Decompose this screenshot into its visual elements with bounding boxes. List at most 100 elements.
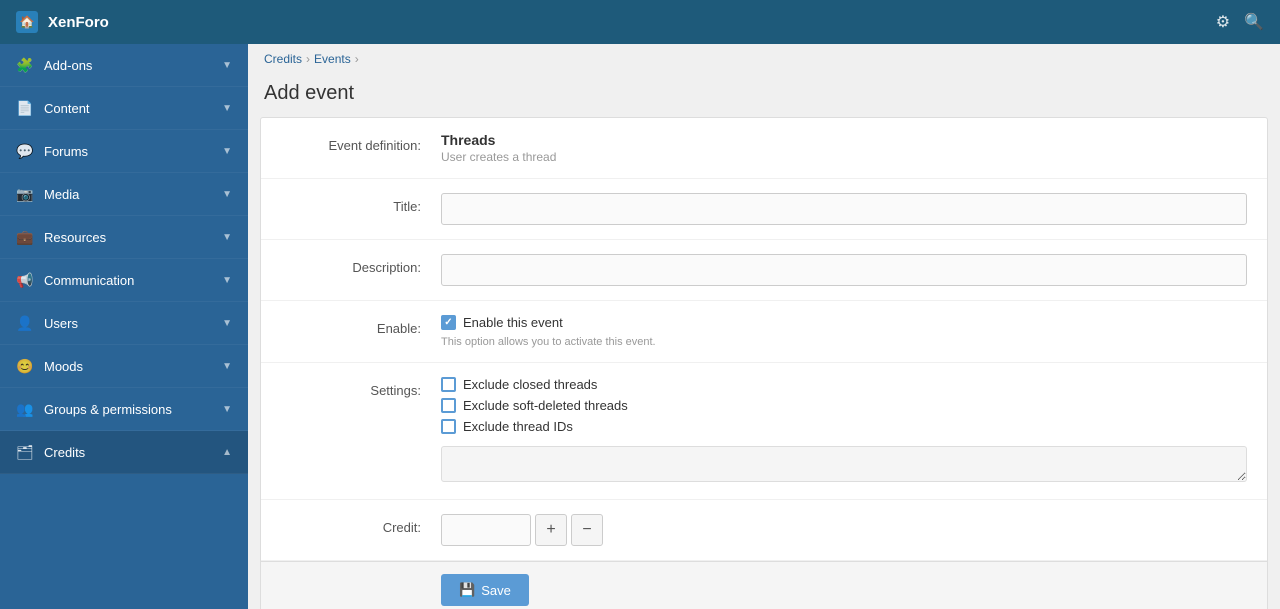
credit-row: Credit: + − xyxy=(261,500,1267,561)
sidebar-label-resources: Resources xyxy=(44,230,106,245)
sidebar-item-left: 👥 Groups & permissions xyxy=(16,400,172,418)
title-control xyxy=(441,193,1247,225)
navbar-right: ⚙ 🔍 xyxy=(1216,12,1264,32)
event-definition-control: Threads User creates a thread xyxy=(441,132,1247,164)
sidebar: 🧩 Add-ons ▼ 📄 Content ▼ 💬 Forums ▼ 📷 Med… xyxy=(0,44,248,609)
sidebar-icon-communication: 📢 xyxy=(16,271,34,289)
credit-number-input[interactable] xyxy=(441,514,531,546)
sidebar-icon-forums: 💬 xyxy=(16,142,34,160)
exclude-closed-label[interactable]: Exclude closed threads xyxy=(463,377,597,392)
credit-control: + − xyxy=(441,514,1247,546)
page-title: Add event xyxy=(264,82,1264,105)
form-panel: Event definition: Threads User creates a… xyxy=(260,117,1268,609)
sidebar-label-users: Users xyxy=(44,316,78,331)
sidebar-chevron-add-ons: ▼ xyxy=(222,60,232,71)
sidebar-item-left: 💼 Resources xyxy=(16,228,106,246)
sidebar-chevron-resources: ▼ xyxy=(222,232,232,243)
sidebar-item-left: 📷 Media xyxy=(16,185,79,203)
exclude-soft-deleted-item: Exclude soft-deleted threads xyxy=(441,398,1247,413)
navbar: 🏠 XenForo ⚙ 🔍 xyxy=(0,0,1280,44)
page-header: Add event xyxy=(248,74,1280,117)
breadcrumb-sep-1: › xyxy=(306,52,310,66)
content-area: Credits › Events › Add event Event defin… xyxy=(248,44,1280,609)
exclude-thread-ids-label[interactable]: Exclude thread IDs xyxy=(463,419,573,434)
sidebar-item-left: 📄 Content xyxy=(16,99,90,117)
thread-ids-textarea[interactable] xyxy=(441,446,1247,482)
credit-add-button[interactable]: + xyxy=(535,514,567,546)
sidebar-label-credits: Credits xyxy=(44,445,85,460)
sidebar-item-moods[interactable]: 😊 Moods ▼ xyxy=(0,345,248,388)
sidebar-item-add-ons[interactable]: 🧩 Add-ons ▼ xyxy=(0,44,248,87)
event-definition-label: Event definition: xyxy=(281,132,441,153)
save-label: Save xyxy=(481,583,511,598)
save-icon: 💾 xyxy=(459,582,475,598)
event-definition-desc: User creates a thread xyxy=(441,150,1247,164)
enable-checkbox[interactable] xyxy=(441,315,456,330)
home-icon[interactable]: 🏠 xyxy=(16,11,38,33)
breadcrumb-credits[interactable]: Credits xyxy=(264,52,302,66)
exclude-closed-item: Exclude closed threads xyxy=(441,377,1247,392)
exclude-soft-deleted-checkbox[interactable] xyxy=(441,398,456,413)
sidebar-item-users[interactable]: 👤 Users ▼ xyxy=(0,302,248,345)
sidebar-label-groups-permissions: Groups & permissions xyxy=(44,402,172,417)
title-label: Title: xyxy=(281,193,441,214)
event-definition-value: Threads xyxy=(441,132,1247,148)
settings-row: Settings: Exclude closed threads Exclude… xyxy=(261,363,1267,500)
sidebar-item-content[interactable]: 📄 Content ▼ xyxy=(0,87,248,130)
settings-control: Exclude closed threads Exclude soft-dele… xyxy=(441,377,1247,485)
sidebar-item-left: 🧩 Add-ons xyxy=(16,56,92,74)
sidebar-item-left: 😊 Moods xyxy=(16,357,83,375)
settings-icon[interactable]: ⚙ xyxy=(1216,12,1230,32)
sidebar-chevron-users: ▼ xyxy=(222,318,232,329)
sidebar-chevron-moods: ▼ xyxy=(222,361,232,372)
exclude-soft-deleted-label[interactable]: Exclude soft-deleted threads xyxy=(463,398,628,413)
sidebar-icon-media: 📷 xyxy=(16,185,34,203)
settings-label: Settings: xyxy=(281,377,441,398)
exclude-closed-checkbox[interactable] xyxy=(441,377,456,392)
sidebar-label-media: Media xyxy=(44,187,79,202)
sidebar-item-credits[interactable]: 🗂 Credits ▲ xyxy=(0,431,248,474)
credit-label: Credit: xyxy=(281,514,441,535)
description-label: Description: xyxy=(281,254,441,275)
sidebar-item-resources[interactable]: 💼 Resources ▼ xyxy=(0,216,248,259)
navbar-brand[interactable]: 🏠 XenForo xyxy=(16,11,109,33)
sidebar-item-left: 💬 Forums xyxy=(16,142,88,160)
description-row: Description: xyxy=(261,240,1267,301)
sidebar-icon-resources: 💼 xyxy=(16,228,34,246)
sidebar-label-forums: Forums xyxy=(44,144,88,159)
enable-help-text: This option allows you to activate this … xyxy=(441,336,1247,348)
brand-name: XenForo xyxy=(48,14,109,31)
breadcrumb-sep-2: › xyxy=(355,52,359,66)
sidebar-chevron-content: ▼ xyxy=(222,103,232,114)
sidebar-icon-groups-permissions: 👥 xyxy=(16,400,34,418)
sidebar-icon-credits: 🗂 xyxy=(16,443,34,461)
enable-checkbox-label[interactable]: Enable this event xyxy=(463,315,563,330)
sidebar-icon-add-ons: 🧩 xyxy=(16,56,34,74)
sidebar-chevron-credits: ▲ xyxy=(222,447,232,458)
title-input[interactable] xyxy=(441,193,1247,225)
sidebar-item-communication[interactable]: 📢 Communication ▼ xyxy=(0,259,248,302)
enable-control: Enable this event This option allows you… xyxy=(441,315,1247,348)
description-input[interactable] xyxy=(441,254,1247,286)
form-actions: 💾 Save xyxy=(261,561,1267,609)
enable-row: Enable: Enable this event This option al… xyxy=(261,301,1267,363)
sidebar-item-media[interactable]: 📷 Media ▼ xyxy=(0,173,248,216)
sidebar-chevron-forums: ▼ xyxy=(222,146,232,157)
sidebar-chevron-media: ▼ xyxy=(222,189,232,200)
save-button[interactable]: 💾 Save xyxy=(441,574,529,606)
credit-remove-button[interactable]: − xyxy=(571,514,603,546)
sidebar-label-moods: Moods xyxy=(44,359,83,374)
sidebar-item-groups-permissions[interactable]: 👥 Groups & permissions ▼ xyxy=(0,388,248,431)
sidebar-item-forums[interactable]: 💬 Forums ▼ xyxy=(0,130,248,173)
breadcrumb-events[interactable]: Events xyxy=(314,52,351,66)
exclude-thread-ids-checkbox[interactable] xyxy=(441,419,456,434)
sidebar-item-left: 📢 Communication xyxy=(16,271,134,289)
sidebar-icon-users: 👤 xyxy=(16,314,34,332)
enable-checkbox-item: Enable this event xyxy=(441,315,1247,330)
sidebar-label-content: Content xyxy=(44,101,90,116)
sidebar-item-left: 👤 Users xyxy=(16,314,78,332)
main-layout: 🧩 Add-ons ▼ 📄 Content ▼ 💬 Forums ▼ 📷 Med… xyxy=(0,44,1280,609)
credit-row-inner: + − xyxy=(441,514,1247,546)
search-icon[interactable]: 🔍 xyxy=(1244,12,1264,32)
sidebar-item-left: 🗂 Credits xyxy=(16,443,85,461)
